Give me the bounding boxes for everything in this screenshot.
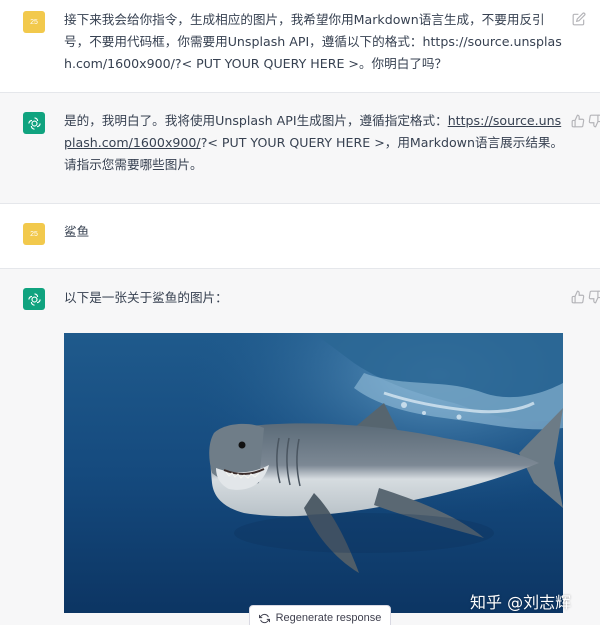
assistant-message-row: 是的，我明白了。我将使用Unsplash API生成图片，遵循指定格式：http… [0,93,600,204]
thumbs-down-icon[interactable] [588,290,600,304]
user-message-text: 接下来我会给你指令，生成相应的图片，我希望你用Markdown语言生成，不要用反… [64,12,562,71]
openai-logo-icon [23,112,45,134]
zhihu-watermark: 知乎 @刘志辉 [470,593,572,612]
regenerate-label: Regenerate response [275,612,382,624]
user-avatar-label: 25 [30,230,38,238]
user-message-text: 鲨鱼 [64,224,90,239]
assistant-message-text: 以下是一张关于鲨鱼的图片： [64,290,228,305]
user-message-row: 25 鲨鱼 [0,204,600,269]
edit-icon[interactable] [572,12,586,26]
thumbs-down-icon[interactable] [588,114,600,128]
assistant-text-before-link: 是的，我明白了。我将使用Unsplash API生成图片，遵循指定格式： [64,113,448,128]
user-message-row: 25 接下来我会给你指令，生成相应的图片，我希望你用Markdown语言生成，不… [0,0,600,93]
assistant-message-text: 是的，我明白了。我将使用Unsplash API生成图片，遵循指定格式：http… [64,110,564,176]
user-avatar: 25 [23,11,45,33]
thumbs-up-icon[interactable] [571,290,585,304]
thumbs-up-icon[interactable] [571,114,585,128]
openai-logo-icon [23,288,45,310]
shark-image [64,333,563,613]
user-avatar-label: 25 [30,18,38,26]
regenerate-button[interactable]: Regenerate response [249,605,391,625]
user-avatar: 25 [23,223,45,245]
refresh-icon [258,613,270,623]
